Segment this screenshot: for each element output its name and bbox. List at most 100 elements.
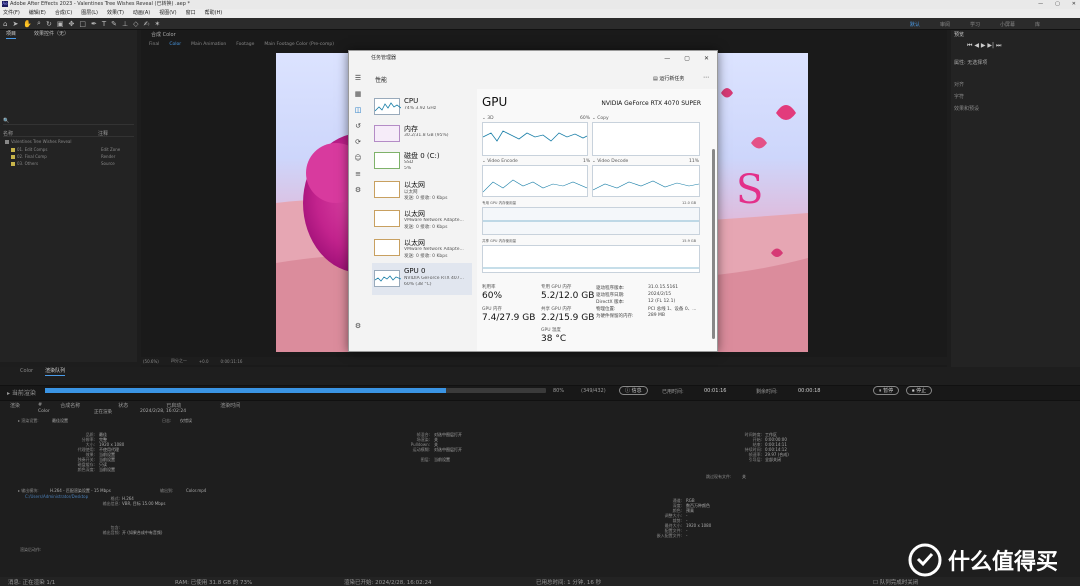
exposure-value[interactable]: +0.0 xyxy=(199,359,209,364)
app-history-icon[interactable]: ↺ xyxy=(355,122,361,130)
minimize-button[interactable]: — xyxy=(1038,0,1043,9)
perf-item-cpu[interactable]: CPU 74% 3.92 GHz xyxy=(372,93,472,121)
perf-item-ethernet[interactable]: 以太网 以太网 发送: 0 接收: 0 Kbps xyxy=(372,176,472,204)
column-name[interactable]: 名称 xyxy=(3,130,98,137)
close-button[interactable]: ✕ xyxy=(1072,0,1076,9)
project-search-input[interactable]: 🔍 xyxy=(3,118,134,125)
menu-effect[interactable]: 效果(T) xyxy=(107,9,124,18)
project-item[interactable]: 01. Edit Comps Edit Zone xyxy=(3,146,134,153)
panel-align[interactable]: 对齐 xyxy=(954,81,964,88)
users-icon[interactable]: ☺ xyxy=(354,154,361,162)
render-job-row[interactable]: Color 正在渲染 2024/2/28, 16:02:24 xyxy=(0,409,1080,415)
menu-layer[interactable]: 图层(L) xyxy=(81,9,98,18)
folder-icon xyxy=(11,147,15,152)
crumb-main-animation[interactable]: Main Animation xyxy=(191,40,226,49)
play-icon[interactable]: ▶ xyxy=(981,42,986,49)
brush-tool-icon[interactable]: ✎ xyxy=(111,20,117,28)
tab-render-queue[interactable]: 渲染队列 xyxy=(45,367,66,376)
composition-tab[interactable]: 合成 Color xyxy=(141,30,947,40)
project-item[interactable]: 02. Final Comp Render xyxy=(3,153,134,160)
services-icon[interactable]: ⚙ xyxy=(355,186,361,194)
processes-icon[interactable]: ▦ xyxy=(355,90,362,98)
pan-behind-tool-icon[interactable]: ✥ xyxy=(68,20,74,28)
current-time[interactable]: 0:00:11:16 xyxy=(221,359,243,364)
detail-label: 输出音频: xyxy=(102,530,120,535)
pen-tool-icon[interactable]: ✒ xyxy=(91,20,97,28)
menu-composition[interactable]: 合成(C) xyxy=(55,9,72,18)
workspace-small-screen[interactable]: 小屏幕 xyxy=(1000,21,1015,28)
prev-frame-icon[interactable]: ◀ xyxy=(974,42,979,49)
menu-window[interactable]: 窗口 xyxy=(186,9,196,18)
ethernet-thumb xyxy=(374,181,400,198)
rotate-tool-icon[interactable]: ↻ xyxy=(46,20,52,28)
roto-tool-icon[interactable]: ✍ xyxy=(144,20,150,28)
hamburger-icon[interactable]: ☰ xyxy=(355,74,361,82)
menu-help[interactable]: 帮助(H) xyxy=(205,9,223,18)
menu-edit[interactable]: 编辑(E) xyxy=(29,9,46,18)
output-path[interactable]: C:/Users/Administrator/Desktop xyxy=(25,494,88,499)
hand-tool-icon[interactable]: ✋ xyxy=(23,20,32,28)
rectangle-tool-icon[interactable]: □ xyxy=(79,20,86,28)
menu-view[interactable]: 视图(V) xyxy=(159,9,176,18)
log-value[interactable]: 仅错误 xyxy=(180,418,192,424)
tab-color[interactable]: Color xyxy=(20,367,33,376)
camera-tool-icon[interactable]: ▣ xyxy=(57,20,64,28)
perf-item-ethernet[interactable]: 以太网 VMware Network Adapte... 发送: 0 接收: 0… xyxy=(372,234,472,262)
maximize-button[interactable]: ▢ xyxy=(1055,0,1060,9)
perf-item-gpu[interactable]: GPU 0 NVIDIA GeForce RTX 407... 60% (38 … xyxy=(372,263,472,295)
task-manager-title: 任务管理器 xyxy=(371,55,397,61)
crumb-main-footage[interactable]: Main Footage Color (Pre-comp) xyxy=(264,40,334,49)
more-icon[interactable]: ⋯ xyxy=(703,74,709,81)
perf-item-disk[interactable]: 磁盘 0 (C:) SSD 5% xyxy=(372,147,472,175)
details-icon[interactable]: ≡ xyxy=(355,170,361,178)
column-comment[interactable]: 注释 xyxy=(98,130,108,137)
last-frame-icon[interactable]: ⏭ xyxy=(996,42,1001,49)
zoom-tool-icon[interactable]: ⌕ xyxy=(37,19,41,28)
frames-count: (349/432) xyxy=(581,388,606,394)
settings-icon[interactable]: ⚙ xyxy=(355,322,361,330)
home-icon[interactable]: ⌂ xyxy=(3,20,7,28)
zoom-level[interactable]: (50.6%) xyxy=(143,359,159,364)
workspace-review[interactable]: 审阅 xyxy=(940,21,950,28)
crumb-final[interactable]: Final xyxy=(149,40,159,49)
disk-thumb xyxy=(374,152,400,169)
panel-effects-presets[interactable]: 效果和预设 xyxy=(954,105,979,112)
run-new-task-button[interactable]: ▤ 运行新任务 xyxy=(653,75,684,82)
perf-item-memory[interactable]: 内存 30.2/31.8 GB (95%) xyxy=(372,120,472,148)
tm-close-button[interactable]: ✕ xyxy=(704,51,709,66)
info-button[interactable]: ⓘ 信息 xyxy=(619,386,648,395)
menu-animation[interactable]: 动画(A) xyxy=(133,9,150,18)
workspace-default[interactable]: 默认 xyxy=(910,21,920,28)
stop-button[interactable]: ⏹ 停止 xyxy=(906,386,933,395)
panel-character[interactable]: 字符 xyxy=(954,93,964,100)
first-frame-icon[interactable]: ⏮ xyxy=(967,42,972,49)
startup-icon[interactable]: ⟳ xyxy=(355,138,361,146)
pause-button[interactable]: ⏸ 暂停 xyxy=(873,386,900,395)
ethernet-thumb xyxy=(374,239,400,256)
next-frame-icon[interactable]: ▶| xyxy=(987,42,994,49)
workspace-libraries[interactable]: 库 xyxy=(1035,21,1040,28)
tm-maximize-button[interactable]: ▢ xyxy=(684,51,690,66)
detail-label: 引导层: xyxy=(748,457,762,462)
resolution-select[interactable]: 四分之一 xyxy=(171,358,187,364)
crumb-color[interactable]: Color xyxy=(169,40,181,49)
output-to-value[interactable]: Color.mp4 xyxy=(186,488,206,493)
eraser-tool-icon[interactable]: ◇ xyxy=(133,20,138,28)
project-item[interactable]: 03. Others Source xyxy=(3,160,134,167)
stamp-tool-icon[interactable]: ⊥ xyxy=(122,20,128,28)
crumb-footage[interactable]: Footage xyxy=(236,40,254,49)
workspace-learn[interactable]: 学习 xyxy=(970,21,980,28)
perf-item-ethernet[interactable]: 以太网 VMware Network Adapte... 发送: 0 接收: 0… xyxy=(372,205,472,233)
tab-project[interactable]: 项目 xyxy=(6,30,17,39)
type-tool-icon[interactable]: T xyxy=(102,20,106,28)
project-item[interactable]: Valentines Tree Wishes Reveal xyxy=(3,138,134,145)
detail-value: 1920 x 1080 xyxy=(686,523,712,528)
render-settings-value[interactable]: 最佳设置 xyxy=(52,418,68,424)
tm-scrollbar[interactable] xyxy=(712,149,715,339)
tm-minimize-button[interactable]: — xyxy=(664,51,670,66)
menu-file[interactable]: 文件(F) xyxy=(3,9,20,18)
puppet-tool-icon[interactable]: ✶ xyxy=(154,20,160,28)
tab-effect-controls[interactable]: 效果控件（无） xyxy=(34,30,69,39)
selection-tool-icon[interactable]: ➤ xyxy=(12,20,18,28)
performance-icon[interactable]: ◫ xyxy=(355,106,362,114)
